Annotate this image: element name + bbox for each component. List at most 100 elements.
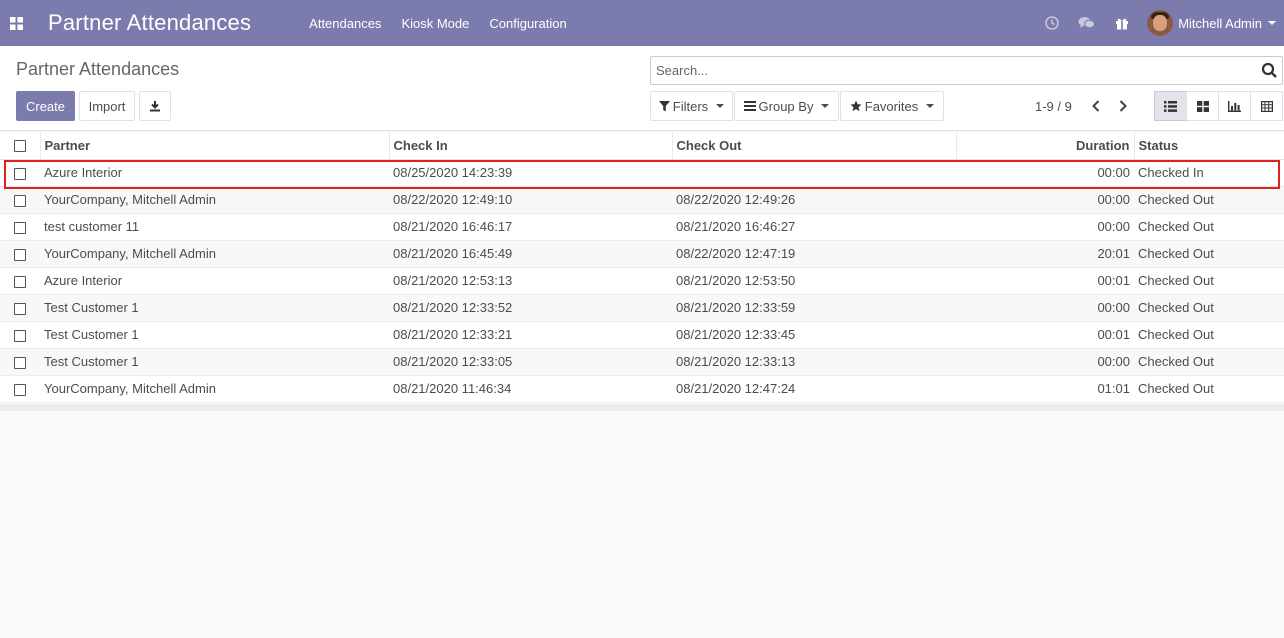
row-select-cell — [0, 375, 40, 403]
search-input[interactable] — [651, 57, 1241, 84]
cell-status: Checked Out — [1134, 213, 1284, 241]
table-row[interactable]: YourCompany, Mitchell Admin 08/21/2020 1… — [0, 375, 1284, 403]
table-row[interactable]: Test Customer 1 08/21/2020 12:33:52 08/2… — [0, 294, 1284, 322]
pager-previous-icon[interactable] — [1086, 96, 1106, 116]
attendance-list-table: Partner Check In Check Out Duration Stat… — [0, 132, 1284, 403]
cell-check-out: 08/21/2020 12:33:59 — [672, 294, 956, 322]
row-checkbox[interactable] — [14, 329, 26, 342]
cell-check-out: 08/21/2020 12:47:24 — [672, 375, 956, 403]
row-checkbox[interactable] — [14, 302, 26, 315]
cell-duration: 00:00 — [956, 159, 1134, 187]
cell-status: Checked Out — [1134, 321, 1284, 349]
pager-next-icon[interactable] — [1113, 96, 1133, 116]
row-checkbox[interactable] — [14, 383, 26, 396]
cell-duration: 00:00 — [956, 294, 1134, 322]
cell-check-out: 08/21/2020 12:33:13 — [672, 348, 956, 376]
cell-check-out: 08/21/2020 12:33:45 — [672, 321, 956, 349]
table-row[interactable]: YourCompany, Mitchell Admin 08/21/2020 1… — [0, 240, 1284, 268]
apps-grid-icon[interactable] — [0, 0, 32, 46]
row-checkbox[interactable] — [14, 356, 26, 369]
row-checkbox[interactable] — [14, 221, 26, 234]
column-header-status[interactable]: Status — [1134, 132, 1284, 160]
list-view-button[interactable] — [1154, 91, 1187, 121]
create-button[interactable]: Create — [16, 91, 75, 121]
column-header-check-in[interactable]: Check In — [389, 132, 673, 160]
cell-check-in: 08/21/2020 12:33:52 — [389, 294, 672, 322]
app-brand-title[interactable]: Partner Attendances — [48, 10, 251, 36]
cell-check-in: 08/21/2020 12:53:13 — [389, 267, 672, 295]
table-row[interactable]: Azure Interior 08/25/2020 14:23:39 00:00… — [0, 159, 1284, 187]
favorites-dropdown[interactable]: Favorites — [840, 91, 944, 121]
row-checkbox[interactable] — [14, 194, 26, 207]
table-footer — [0, 404, 1284, 411]
chat-icon[interactable] — [1069, 0, 1104, 46]
cell-status: Checked Out — [1134, 375, 1284, 403]
cell-duration: 20:01 — [956, 240, 1134, 268]
menu-configuration[interactable]: Configuration — [479, 0, 576, 46]
star-icon — [850, 100, 862, 112]
filter-icon — [658, 100, 670, 111]
row-select-cell — [0, 213, 40, 241]
cell-partner: YourCompany, Mitchell Admin — [40, 240, 389, 268]
menu-kiosk-mode[interactable]: Kiosk Mode — [391, 0, 479, 46]
list-view-icon — [1164, 100, 1177, 112]
row-checkbox[interactable] — [14, 275, 26, 288]
cell-status: Checked Out — [1134, 240, 1284, 268]
user-name: Mitchell Admin — [1178, 15, 1262, 31]
select-all-checkbox[interactable] — [13, 140, 26, 153]
cell-duration: 00:00 — [956, 348, 1134, 376]
top-navbar: Partner Attendances Attendances Kiosk Mo… — [0, 0, 1284, 46]
cell-check-out: 08/22/2020 12:47:19 — [672, 240, 956, 268]
kanban-view-button[interactable] — [1186, 91, 1219, 121]
pivot-view-button[interactable] — [1250, 91, 1283, 121]
cell-partner: test customer 11 — [40, 213, 389, 241]
control-panel: Partner Attendances Create Import Filter… — [0, 46, 1284, 131]
table-row[interactable]: Test Customer 1 08/21/2020 12:33:21 08/2… — [0, 321, 1284, 349]
column-header-check-out[interactable]: Check Out — [672, 132, 957, 160]
systray: Mitchell Admin — [1034, 0, 1284, 46]
groupby-dropdown[interactable]: Group By — [734, 91, 839, 121]
download-icon — [150, 101, 160, 112]
table-row[interactable]: Test Customer 1 08/21/2020 12:33:05 08/2… — [0, 348, 1284, 376]
row-select-cell — [0, 267, 40, 295]
cell-duration: 00:00 — [956, 213, 1134, 241]
cell-check-in: 08/21/2020 12:33:21 — [389, 321, 672, 349]
cell-partner: Test Customer 1 — [40, 321, 389, 349]
graph-view-button[interactable] — [1218, 91, 1251, 121]
chevron-down-icon — [716, 104, 725, 108]
groupby-label: Group By — [758, 98, 814, 114]
cell-duration: 00:01 — [956, 267, 1134, 295]
cell-partner: Azure Interior — [40, 267, 389, 295]
cell-check-in: 08/21/2020 16:45:49 — [389, 240, 672, 268]
row-checkbox[interactable] — [14, 248, 26, 261]
cell-check-in: 08/21/2020 12:33:05 — [389, 348, 672, 376]
download-button[interactable] — [139, 91, 171, 121]
kanban-view-icon — [1196, 100, 1209, 112]
row-select-cell — [0, 348, 40, 376]
filters-label: Filters — [672, 98, 709, 114]
user-menu[interactable]: Mitchell Admin — [1139, 0, 1284, 46]
table-row[interactable]: test customer 11 08/21/2020 16:46:17 08/… — [0, 213, 1284, 241]
filters-dropdown[interactable]: Filters — [650, 91, 733, 121]
table-row[interactable]: YourCompany, Mitchell Admin 08/22/2020 1… — [0, 186, 1284, 214]
cell-partner: YourCompany, Mitchell Admin — [40, 186, 389, 214]
row-select-cell — [0, 186, 40, 214]
column-header-duration[interactable]: Duration — [956, 132, 1135, 160]
select-all-cell — [0, 132, 41, 160]
cell-check-in: 08/21/2020 16:46:17 — [389, 213, 672, 241]
row-select-cell — [0, 159, 40, 187]
column-header-partner[interactable]: Partner — [40, 132, 390, 160]
search-icon[interactable] — [1261, 62, 1278, 82]
row-select-cell — [0, 321, 40, 349]
clock-icon[interactable] — [1034, 0, 1069, 46]
pager-value[interactable]: 1-9 / 9 — [1035, 99, 1072, 114]
row-select-cell — [0, 294, 40, 322]
row-checkbox[interactable] — [14, 167, 26, 180]
menu-attendances[interactable]: Attendances — [299, 0, 391, 46]
user-avatar — [1147, 10, 1174, 36]
chevron-down-icon — [821, 104, 830, 108]
gift-icon[interactable] — [1104, 0, 1139, 46]
table-row[interactable]: Azure Interior 08/21/2020 12:53:13 08/21… — [0, 267, 1284, 295]
import-button[interactable]: Import — [79, 91, 135, 121]
cell-check-out: 08/22/2020 12:49:26 — [672, 186, 956, 214]
